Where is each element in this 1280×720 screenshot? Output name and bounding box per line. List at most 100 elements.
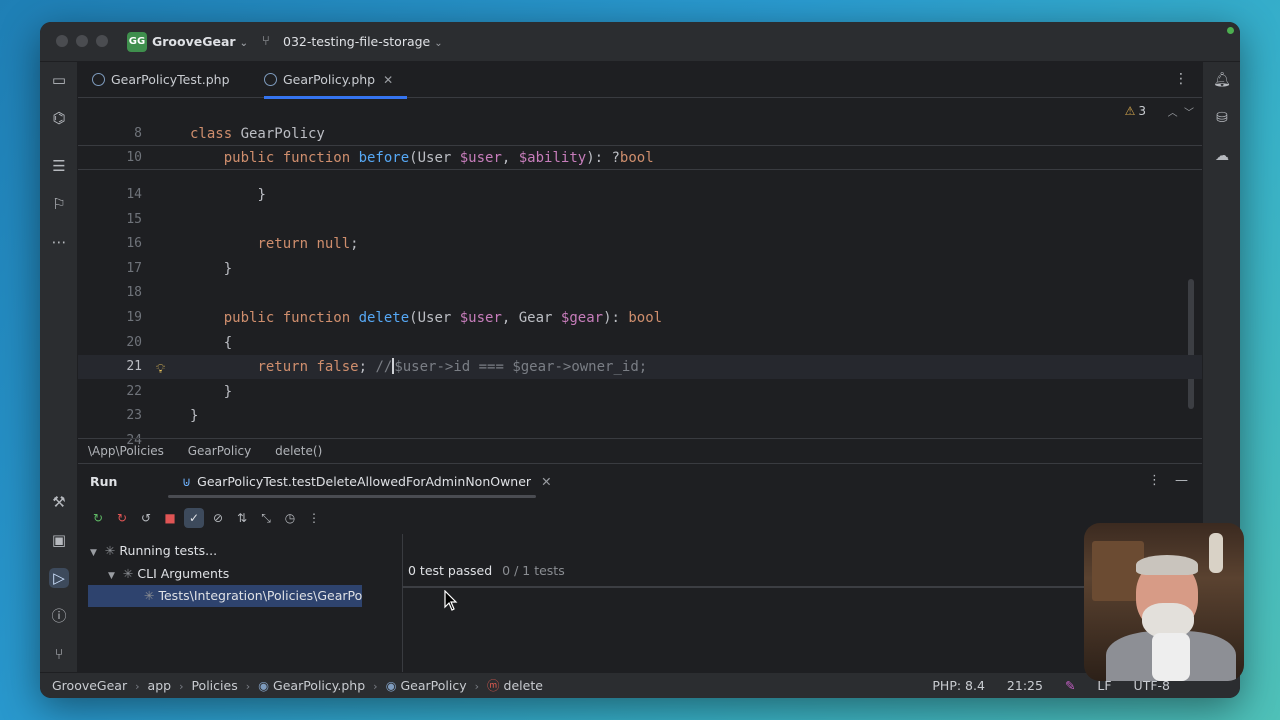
- zoom-window-button[interactable]: [96, 35, 108, 47]
- tab-gearpolicy[interactable]: GearPolicy.php ✕: [264, 62, 408, 99]
- tree-item-cli-arguments[interactable]: ▼ ✳ CLI Arguments: [108, 563, 229, 585]
- navigate-warnings[interactable]: ︿ ﹀: [1168, 104, 1194, 119]
- stop-icon[interactable]: ■: [160, 508, 180, 528]
- status-crumb-policies[interactable]: Policies: [191, 678, 237, 693]
- tree-item-label: CLI Arguments: [137, 566, 230, 581]
- collapse-icon[interactable]: ⤡: [256, 508, 276, 528]
- webcam-overlay: [1084, 523, 1244, 681]
- progress-bar: [402, 586, 1122, 588]
- database-icon[interactable]: ☰: [49, 156, 69, 176]
- status-crumb-method[interactable]: delete: [504, 678, 543, 693]
- code-line[interactable]: 22 }: [78, 380, 1202, 404]
- folder-icon[interactable]: ▭: [49, 70, 69, 90]
- spinner-icon: ✳: [144, 588, 155, 603]
- terminal-icon[interactable]: ▣: [49, 530, 69, 550]
- minimize-window-button[interactable]: [76, 35, 88, 47]
- code-line[interactable]: 18: [78, 281, 1202, 305]
- debug-icon[interactable]: ✎: [1065, 678, 1075, 693]
- branch-name: 032-testing-file-storage: [283, 34, 431, 49]
- code-line[interactable]: 16 return null;: [78, 232, 1202, 256]
- code-line[interactable]: 20 {: [78, 331, 1202, 355]
- code-line[interactable]: 15: [78, 208, 1202, 232]
- minimize-icon[interactable]: —: [1175, 473, 1188, 488]
- code-line[interactable]: 8 class GearPolicy: [78, 122, 1202, 146]
- lightbulb-icon[interactable]: 💡︎: [156, 358, 165, 382]
- code-line[interactable]: 14 }: [78, 183, 1202, 207]
- chevron-up-icon[interactable]: ︿: [1168, 108, 1178, 119]
- rerun-icon[interactable]: ↻: [88, 508, 108, 528]
- sort-icon[interactable]: ⇅: [232, 508, 252, 528]
- line-number: 14: [126, 187, 142, 202]
- database-icon[interactable]: ⛁: [1212, 108, 1232, 128]
- bookmark-icon[interactable]: ⚐: [49, 194, 69, 214]
- code-text: }: [190, 380, 232, 404]
- breadcrumb-namespace[interactable]: \App\Policies: [88, 444, 164, 458]
- chevron-down-icon[interactable]: ▼: [90, 548, 97, 558]
- close-tab-icon[interactable]: ✕: [383, 73, 393, 87]
- code-line[interactable]: 23}: [78, 404, 1202, 428]
- history-icon[interactable]: ◷: [280, 508, 300, 528]
- toggle-auto-test-icon[interactable]: ↺: [136, 508, 156, 528]
- warnings-count: 3: [1138, 104, 1146, 118]
- status-crumb-app[interactable]: app: [148, 678, 172, 693]
- rerun-failed-icon[interactable]: ↻: [112, 508, 132, 528]
- php-version[interactable]: PHP: 8.4: [932, 678, 985, 693]
- code-token: ,: [501, 150, 519, 166]
- run-config-tab[interactable]: ⊍ GearPolicyTest.testDeleteAllowedForAdmi…: [182, 474, 552, 489]
- editor-breadcrumb: \App\Policies GearPolicy delete(): [78, 438, 1202, 462]
- code-token: ;: [358, 359, 376, 376]
- close-tab-icon[interactable]: ✕: [541, 474, 551, 489]
- code-line[interactable]: 17 }: [78, 257, 1202, 281]
- tests-passed: 0 test passed: [408, 563, 493, 578]
- run-icon[interactable]: ▷: [49, 568, 69, 588]
- breadcrumb-class[interactable]: GearPolicy: [188, 444, 252, 458]
- more-options-icon[interactable]: ⋮: [1148, 473, 1161, 488]
- hammer-icon[interactable]: ⚒: [49, 492, 69, 512]
- code-line[interactable]: 19 public function delete(User $user, Ge…: [78, 306, 1202, 330]
- code-token: {: [223, 334, 233, 351]
- code-line[interactable]: 21 return false; //$user->id === $gear->…: [78, 355, 1202, 382]
- show-passed-icon[interactable]: ✓: [184, 508, 204, 528]
- test-icon: ⊍: [182, 474, 192, 489]
- code-editor[interactable]: ⚠3 ︿ ﹀ return true;14 }1516 return null;…: [78, 99, 1202, 448]
- code-token: $ability: [518, 150, 587, 166]
- webcam-light: [1209, 533, 1223, 573]
- branch-switcher[interactable]: 032-testing-file-storage ⌄: [283, 34, 443, 49]
- project-switcher[interactable]: GrooveGear ⌄: [152, 34, 248, 49]
- show-ignored-icon[interactable]: ⊘: [208, 508, 228, 528]
- tree-item-running-tests[interactable]: ▼ ✳ Running tests...: [90, 540, 217, 562]
- tab-label: GearPolicyTest.php: [111, 72, 230, 87]
- more-options-icon[interactable]: ⋮: [304, 508, 324, 528]
- line-number: 8: [134, 126, 142, 141]
- problems-icon[interactable]: ⓘ: [49, 606, 69, 626]
- code-line[interactable]: 10 public function before(User $user, $a…: [78, 146, 1202, 170]
- tab-gearpolicytest[interactable]: GearPolicyTest.php: [92, 62, 230, 98]
- tree-item-test-case[interactable]: ✳ Tests\Integration\Policies\GearPolic: [88, 585, 362, 607]
- git-icon[interactable]: ⑂: [49, 644, 69, 664]
- run-panel-title: Run: [90, 474, 118, 489]
- caret-position[interactable]: 21:25: [1007, 678, 1043, 693]
- line-number: 23: [126, 408, 142, 424]
- code-text: public function delete(User $user, Gear …: [190, 306, 662, 330]
- more-options-icon[interactable]: ⋮: [1174, 71, 1188, 87]
- code-token: (User: [409, 150, 460, 166]
- line-number: 20: [126, 334, 142, 350]
- structure-icon[interactable]: ⌬: [49, 108, 69, 128]
- close-window-button[interactable]: [56, 35, 68, 47]
- status-crumb-file[interactable]: GearPolicy.php: [273, 678, 365, 693]
- line-number: 18: [126, 285, 142, 301]
- code-token: }: [257, 187, 266, 203]
- breadcrumb-method[interactable]: delete(): [275, 444, 322, 458]
- project-badge[interactable]: GG: [127, 32, 147, 52]
- code-text: {: [190, 331, 232, 355]
- status-crumb-project[interactable]: GrooveGear: [52, 678, 127, 693]
- panel-divider[interactable]: [402, 534, 403, 673]
- status-crumb-class[interactable]: GearPolicy: [400, 678, 466, 693]
- chevron-down-icon[interactable]: ▼: [108, 571, 115, 581]
- cloud-icon[interactable]: ☁: [1212, 146, 1232, 166]
- warnings-indicator[interactable]: ⚠ 3: [1125, 104, 1146, 118]
- notifications-icon[interactable]: 🔔︎: [1212, 70, 1232, 90]
- chevron-down-icon[interactable]: ﹀: [1184, 108, 1194, 119]
- more-icon[interactable]: ⋯: [49, 232, 69, 252]
